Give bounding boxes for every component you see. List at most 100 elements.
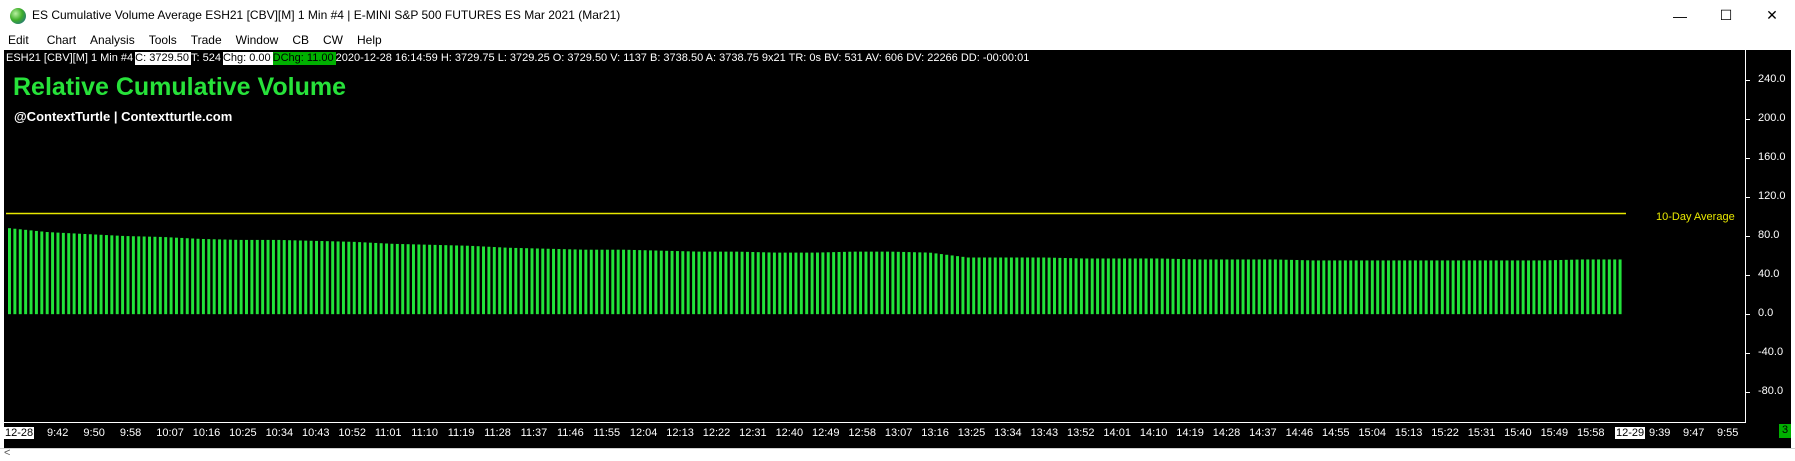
volume-bar — [1053, 257, 1056, 315]
volume-bar — [1015, 257, 1019, 315]
volume-bar — [1063, 258, 1067, 315]
volume-bar — [412, 244, 415, 315]
menu-cb[interactable]: CB — [292, 31, 309, 50]
volume-bar — [1354, 260, 1358, 315]
minimize-button[interactable]: — — [1657, 0, 1703, 31]
volume-bar — [869, 251, 873, 315]
volume-bar — [611, 249, 615, 315]
volume-bar — [1381, 260, 1385, 315]
x-tick-label: 14:55 — [1322, 427, 1350, 439]
volume-bar — [218, 239, 222, 315]
volume-bar — [1478, 260, 1482, 315]
volume-bar — [961, 256, 965, 315]
volume-bar — [1300, 260, 1304, 315]
volume-bar — [110, 235, 114, 315]
menu-chart[interactable]: Chart — [47, 31, 76, 50]
volume-bar — [1230, 259, 1234, 315]
volume-bar — [487, 246, 491, 315]
x-tick-label: 13:07 — [884, 427, 913, 439]
volume-bar — [1009, 257, 1013, 315]
volume-bar — [331, 241, 335, 315]
volume-bar — [1020, 257, 1024, 315]
x-tick-label: 15:49 — [1540, 427, 1569, 439]
volume-bar — [853, 251, 857, 315]
y-tick — [1745, 118, 1750, 120]
volume-bar — [794, 252, 798, 315]
volume-bar — [1564, 259, 1568, 315]
volume-bar — [444, 245, 448, 315]
volume-bar — [1290, 259, 1293, 315]
volume-bar — [121, 235, 125, 315]
x-tick-label: 12-28 — [4, 427, 35, 439]
volume-bar — [29, 230, 33, 315]
volume-bar — [1451, 260, 1455, 315]
volume-bar — [325, 241, 329, 315]
volume-bar — [902, 251, 906, 315]
x-tick-label: 10:52 — [338, 427, 366, 439]
x-tick-label: 15:40 — [1504, 427, 1532, 439]
volume-bar — [8, 228, 11, 315]
volume-bar — [1042, 257, 1046, 315]
volume-bar — [1311, 260, 1315, 315]
menu-cw[interactable]: CW — [323, 31, 343, 50]
volume-bar — [99, 234, 103, 315]
y-tick — [1745, 236, 1750, 237]
volume-bar — [552, 248, 556, 315]
volume-bar — [557, 249, 561, 315]
volume-bar — [864, 251, 868, 315]
volume-bar — [821, 252, 825, 315]
volume-bar — [1602, 259, 1606, 315]
volume-bar — [234, 239, 238, 315]
volume-bar — [740, 251, 744, 315]
volume-bar — [1306, 260, 1310, 315]
volume-bar — [805, 252, 809, 315]
volume-bar — [950, 255, 954, 315]
menu-edit[interactable]: Edit — [8, 31, 29, 50]
volume-bar — [1155, 258, 1159, 315]
volume-bar — [1316, 260, 1320, 315]
menu-window[interactable]: Window — [236, 31, 279, 50]
volume-bar — [1597, 259, 1601, 315]
volume-bar — [1047, 257, 1051, 315]
volume-bar — [358, 242, 362, 315]
volume-bar — [912, 252, 916, 315]
volume-bar — [212, 239, 216, 315]
menu-trade[interactable]: Trade — [191, 31, 222, 50]
volume-bar — [886, 251, 889, 315]
volume-bar — [810, 252, 814, 315]
x-tick-label: 12-29 — [1615, 427, 1646, 439]
x-tick-label: 10:25 — [229, 427, 257, 439]
window-title: ES Cumulative Volume Average ESH21 [CBV]… — [32, 8, 621, 22]
y-tick — [1745, 157, 1750, 159]
volume-bar — [1322, 260, 1326, 315]
horizontal-scrollbar[interactable]: < — [0, 447, 1795, 461]
volume-bar — [503, 247, 507, 315]
volume-bar — [1440, 260, 1444, 315]
menu-tools[interactable]: Tools — [149, 31, 177, 50]
volume-bar — [1365, 260, 1369, 315]
menu-analysis[interactable]: Analysis — [90, 31, 135, 50]
close-button[interactable]: ✕ — [1749, 0, 1795, 31]
volume-bar — [1079, 258, 1083, 315]
volume-bar — [1144, 258, 1148, 315]
volume-bar — [525, 248, 529, 315]
volume-bar — [277, 239, 281, 315]
x-tick-label: 10:16 — [192, 427, 221, 439]
volume-bar — [282, 240, 286, 315]
volume-bar — [1500, 260, 1504, 315]
volume-bar — [1370, 260, 1374, 315]
volume-bar — [729, 251, 733, 315]
volume-bar — [993, 257, 997, 315]
volume-bar — [891, 251, 895, 315]
maximize-button[interactable]: ☐ — [1703, 0, 1749, 31]
menu-help[interactable]: Help — [357, 31, 382, 50]
x-tick-label: 11:37 — [520, 427, 548, 439]
scroll-left-icon[interactable]: < — [4, 447, 10, 459]
y-tick — [1745, 314, 1750, 316]
volume-bar — [78, 233, 81, 315]
chart-area[interactable]: ESH21 [CBV][M] 1 Min #4 C: 3729.50 T: 52… — [4, 50, 1791, 455]
volume-bar — [1166, 258, 1170, 315]
x-tick-label: 11:28 — [484, 427, 511, 439]
x-tick-label: 15:13 — [1394, 427, 1423, 439]
volume-bar — [826, 252, 830, 315]
